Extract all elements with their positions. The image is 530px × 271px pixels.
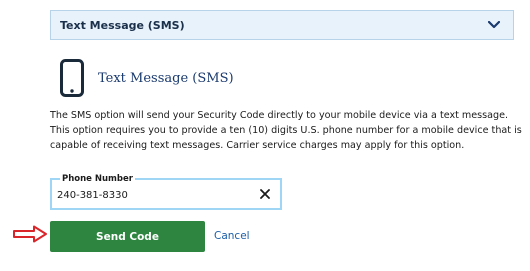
send-code-button[interactable]: Send Code [50,221,205,252]
phone-number-input[interactable] [57,187,237,203]
phone-number-field: Phone Number [50,174,282,210]
chevron-down-icon[interactable] [487,18,501,32]
cancel-link[interactable]: Cancel [214,230,250,242]
method-title: Text Message (SMS) [98,71,234,86]
method-select[interactable]: Text Message (SMS) [50,10,514,40]
phone-number-label: Phone Number [60,174,135,184]
mobile-phone-icon [60,59,84,97]
method-select-value: Text Message (SMS) [60,18,185,32]
method-description: The SMS option will send your Security C… [50,110,522,151]
close-icon[interactable] [258,187,272,201]
red-arrow-icon [13,225,47,243]
